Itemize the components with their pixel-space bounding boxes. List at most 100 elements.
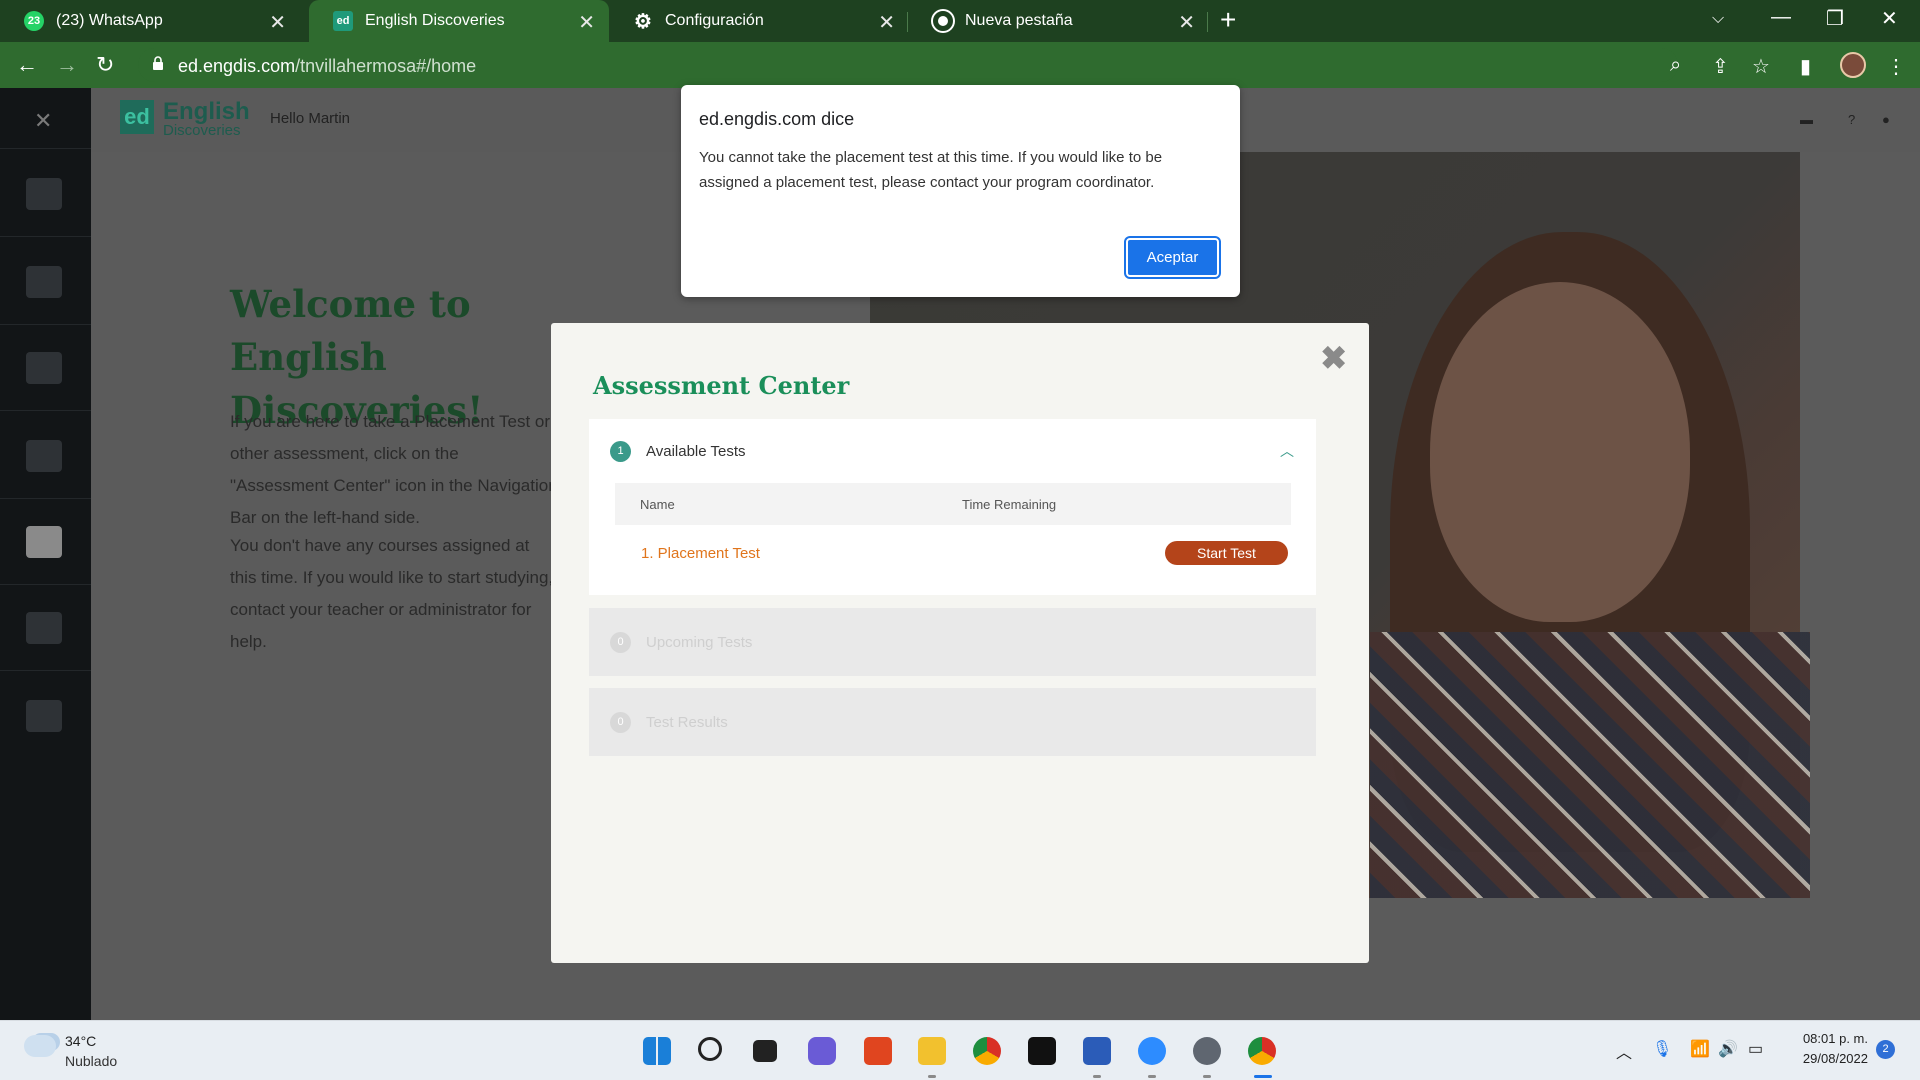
tab-english-discoveries[interactable]: ed English Discoveries ✕ [309,0,609,42]
minimize-button[interactable]: — [1771,6,1791,29]
assessment-center-icon[interactable] [26,526,62,558]
book-icon[interactable]: ▬ [1800,112,1813,127]
running-indicator [1148,1075,1156,1078]
available-tests-header[interactable]: 1 Available Tests ︿ [589,419,1316,485]
browser-toolbar: ← → ↻ ed.engdis.com/tnvillahermosa#/home… [0,42,1920,88]
running-indicator [928,1075,936,1078]
zoom-icon[interactable]: ⌕ [1670,54,1681,77]
running-indicator [1093,1075,1101,1078]
test-name-link[interactable]: 1. Placement Test [641,545,760,562]
graduation-cap-icon[interactable] [26,266,62,298]
file-explorer-icon[interactable] [918,1037,946,1065]
netflix-icon[interactable] [1028,1037,1056,1065]
restore-button[interactable]: ❐ [1826,6,1844,31]
tab-separator [907,12,908,32]
close-icon[interactable]: ✕ [1178,10,1195,35]
side-panel-icon[interactable]: ▮ [1800,54,1811,79]
chrome-icon[interactable] [973,1037,1001,1065]
count-badge: 0 [610,632,631,653]
nav-divider [0,670,91,671]
word-icon[interactable] [1083,1037,1111,1065]
count-badge: 0 [610,712,631,733]
mail-icon[interactable] [26,612,62,644]
forward-button[interactable]: → [56,52,78,78]
office-icon[interactable] [864,1037,892,1065]
task-view-icon[interactable] [753,1040,777,1062]
browser-tab-strip: 23 (23) WhatsApp ✕ ed English Discoverie… [0,0,1920,42]
tab-whatsapp[interactable]: 23 (23) WhatsApp ✕ [0,0,300,42]
chevron-up-icon[interactable]: ︿ [1616,1039,1632,1063]
back-button[interactable]: ← [16,52,38,78]
tab-separator [1207,12,1208,32]
test-results-section[interactable]: 0 Test Results [589,688,1316,756]
help-icon[interactable]: ? [1848,112,1855,127]
tab-search-chevron-icon[interactable]: ⌵ [1712,10,1724,28]
tab-label: English Discoveries [365,12,505,29]
address-bar[interactable]: ed.engdis.com/tnvillahermosa#/home [138,48,1678,82]
lock-icon [153,56,163,70]
share-icon[interactable]: ⇪ [1712,54,1729,79]
weather-temperature[interactable]: 34°C [65,1033,96,1049]
column-header-name: Name [640,497,675,512]
close-icon[interactable]: ✖ [1320,339,1347,377]
chevron-up-icon[interactable]: ︿ [1280,441,1294,461]
book-icon[interactable] [26,700,62,732]
alert-dialog: ed.engdis.com dice You cannot take the p… [681,85,1240,297]
wifi-icon[interactable]: 📶 [1690,1039,1710,1059]
close-icon[interactable]: ✕ [878,10,895,35]
close-icon[interactable]: ✕ [578,10,595,35]
zoom-icon[interactable] [1138,1037,1166,1065]
community-icon[interactable] [26,352,62,384]
nav-divider [0,498,91,499]
notification-badge[interactable]: 2 [1876,1040,1895,1059]
upcoming-tests-section[interactable]: 0 Upcoming Tests [589,608,1316,676]
start-test-button[interactable]: Start Test [1165,541,1288,565]
nav-divider [0,236,91,237]
close-window-button[interactable]: ✕ [1881,6,1898,31]
tab-label: (23) WhatsApp [56,12,163,29]
logo-subtitle: Discoveries [163,122,241,139]
chrome-profile-icon[interactable] [1248,1037,1276,1065]
whatsapp-icon: 23 [24,11,44,31]
tab-label: Nueva pestaña [965,12,1073,29]
taskbar: 34°C Nublado ︿ 🎙 📶 🔊 ▭ 08:01 p. m. 29/08… [0,1020,1920,1080]
home-icon[interactable] [26,178,62,210]
microphone-icon[interactable]: 🎙 [1652,1039,1672,1059]
bookmark-star-icon[interactable]: ☆ [1752,54,1770,79]
menu-icon[interactable]: ⋮ [1886,54,1906,79]
start-button[interactable] [643,1037,671,1065]
chrome-icon [933,11,953,31]
available-tests-section: 1 Available Tests ︿ Name Time Remaining … [589,419,1316,595]
cloud-icon[interactable] [24,1035,56,1057]
alert-title: ed.engdis.com dice [699,109,855,129]
volume-icon[interactable]: 🔊 [1718,1039,1738,1059]
section-label: Available Tests [646,443,746,460]
clipboard-icon[interactable] [26,440,62,472]
photo-shirt [1370,632,1810,898]
tab-nueva-pestana[interactable]: Nueva pestaña ✕ [909,0,1209,42]
clock-date[interactable]: 29/08/2022 [1783,1051,1868,1066]
intro-text: If you are here to take a Placement Test… [230,412,558,527]
left-navigation-bar: ✕ [0,88,91,1020]
column-header-time: Time Remaining [962,497,1057,512]
weather-condition[interactable]: Nublado [65,1053,117,1069]
tab-configuracion[interactable]: ⚙ Configuración ✕ [609,0,909,42]
url-path: /tnvillahermosa#/home [295,56,477,76]
profile-avatar[interactable] [1840,52,1866,78]
clock-time[interactable]: 08:01 p. m. [1793,1031,1868,1046]
teams-chat-icon[interactable] [808,1037,836,1065]
accept-button[interactable]: Aceptar [1126,238,1219,277]
greeting: Hello Martin [270,110,351,127]
new-tab-button[interactable]: + [1220,4,1236,36]
close-nav-icon[interactable]: ✕ [34,108,52,134]
battery-icon[interactable]: ▭ [1748,1039,1763,1059]
nav-divider [0,148,91,149]
running-indicator [1203,1075,1211,1078]
nav-divider [0,410,91,411]
close-icon[interactable]: ✕ [269,10,286,35]
user-icon[interactable]: ● [1882,112,1890,127]
search-icon[interactable] [698,1037,722,1061]
english-discoveries-icon: ed [333,11,353,31]
settings-gear-icon[interactable] [1193,1037,1221,1065]
reload-button[interactable]: ↻ [96,52,114,78]
